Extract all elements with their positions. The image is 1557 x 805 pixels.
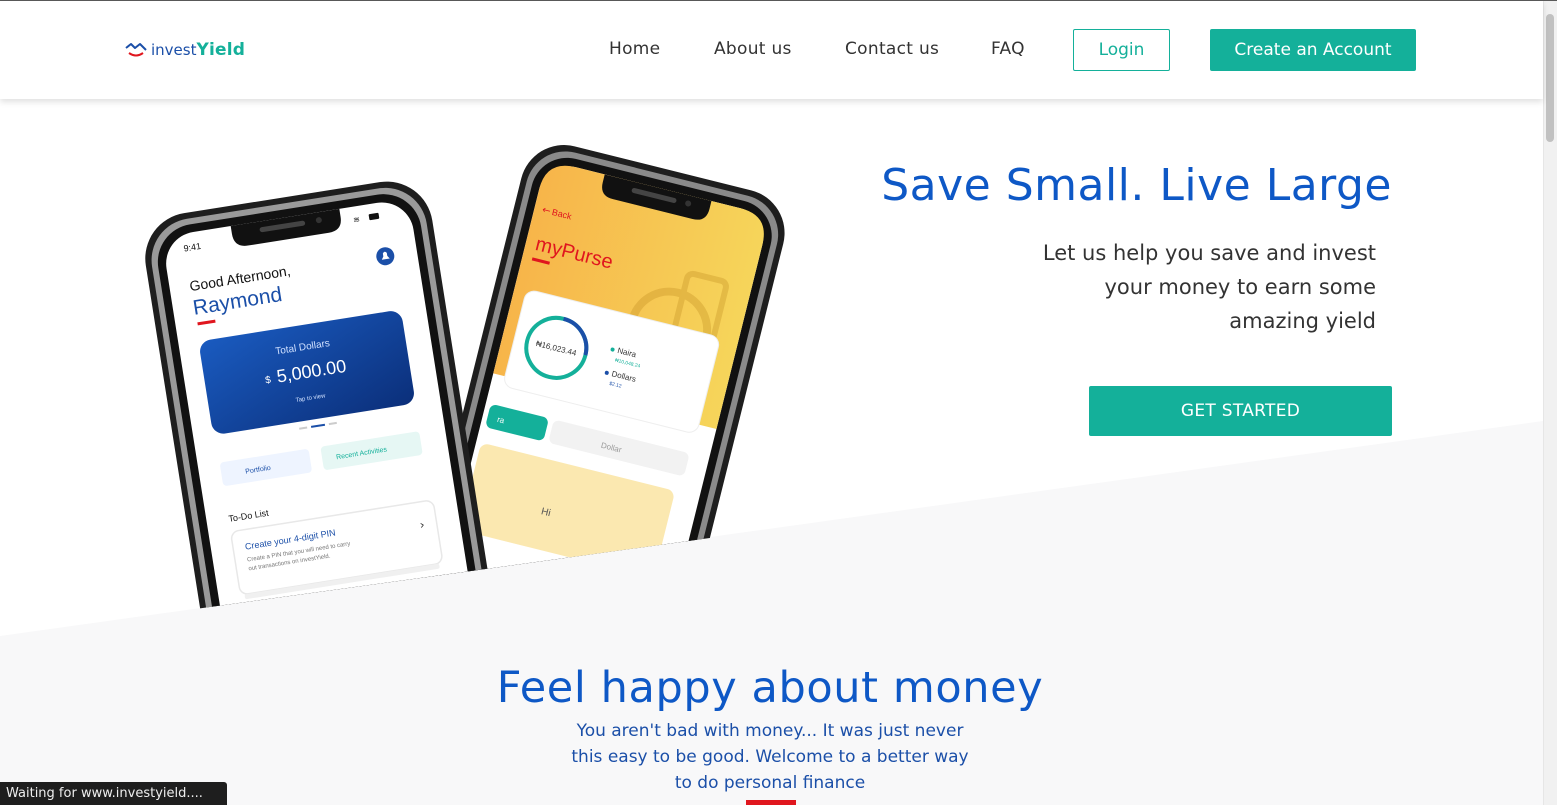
section-title: Feel happy about money	[496, 663, 1044, 713]
login-button[interactable]: Login	[1073, 29, 1170, 71]
section-accent-bar	[746, 800, 796, 805]
nav-faq[interactable]: FAQ	[991, 39, 1025, 59]
site-header: invest Yield Home About us Contact us FA…	[0, 1, 1543, 99]
browser-status-bar: Waiting for www.investyield....	[0, 782, 227, 805]
hero-subtitle: Let us help you save and invest your mon…	[1042, 241, 1376, 333]
nav-about-us[interactable]: About us	[714, 39, 792, 59]
section-text: You aren't bad with money... It was just…	[571, 721, 969, 793]
nav-contact-us[interactable]: Contact us	[845, 39, 939, 59]
hero-title: Save Small. Live Large	[881, 160, 1392, 211]
get-started-button[interactable]: GET STARTED	[1089, 386, 1392, 436]
logo-text-invest: invest	[151, 41, 197, 59]
create-account-button[interactable]: Create an Account	[1210, 29, 1416, 71]
nav-home[interactable]: Home	[609, 39, 660, 59]
logo-text-yield: Yield	[196, 40, 246, 60]
wifi-icon: ≋	[353, 215, 361, 225]
logo-icon	[125, 43, 147, 57]
logo[interactable]: invest Yield	[125, 40, 245, 60]
